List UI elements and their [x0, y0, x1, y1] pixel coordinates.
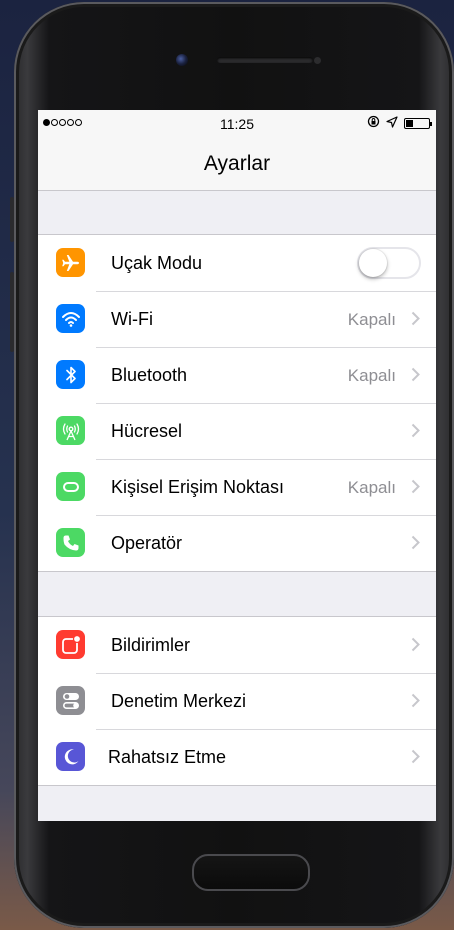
orientation-lock-icon: [367, 115, 380, 131]
cellular-antenna-icon: [56, 416, 85, 445]
chevron-right-icon: [411, 693, 420, 708]
navigation-bar: Ayarlar: [38, 136, 436, 191]
settings-row-value: Kapalı: [347, 478, 396, 497]
home-button[interactable]: [192, 854, 310, 891]
settings-row-cellular[interactable]: Hücresel: [38, 403, 436, 459]
settings-row-label: Wi-Fi: [111, 309, 153, 329]
airplane-icon: [56, 248, 85, 277]
wifi-icon: [56, 304, 85, 333]
settings-row-label: Rahatsız Etme: [108, 747, 227, 767]
settings-row-do-not-disturb[interactable]: Rahatsız Etme: [38, 729, 436, 785]
settings-row-label: Denetim Merkezi: [111, 691, 247, 711]
notifications-icon: [56, 630, 85, 659]
settings-row-personal-hotspot[interactable]: Kişisel Erişim Noktası Kapalı: [38, 459, 436, 515]
settings-row-bluetooth[interactable]: Bluetooth Kapalı: [38, 347, 436, 403]
settings-row-notifications[interactable]: Bildirimler: [38, 617, 436, 673]
earpiece-speaker: [217, 57, 313, 63]
phone-icon: [56, 528, 85, 557]
location-arrow-icon: [386, 115, 398, 131]
front-camera: [176, 54, 188, 66]
settings-group-connectivity: Uçak Modu Wi-Fi Kapalı Bluetooth Kapalı …: [38, 234, 436, 572]
settings-row-label: Hücresel: [111, 421, 183, 441]
settings-screen: 11:25 Ayarlar Uçak Modu Wi-Fi Kapalı Blu…: [38, 110, 436, 821]
mute-switch: [10, 197, 14, 242]
hotspot-link-icon: [56, 472, 85, 501]
proximity-sensor: [314, 57, 321, 64]
control-center-icon: [56, 686, 85, 715]
settings-row-label: Operatör: [111, 533, 183, 553]
settings-row-wifi[interactable]: Wi-Fi Kapalı: [38, 291, 436, 347]
chevron-right-icon: [411, 423, 420, 438]
settings-row-carrier[interactable]: Operatör: [38, 515, 436, 571]
chevron-right-icon: [411, 535, 420, 550]
settings-row-label: Bildirimler: [111, 635, 191, 655]
moon-icon: [56, 742, 85, 771]
settings-row-label: Uçak Modu: [111, 253, 203, 273]
battery-icon: [404, 117, 432, 129]
settings-row-label: Kişisel Erişim Noktası: [111, 477, 285, 497]
settings-row-control-center[interactable]: Denetim Merkezi: [38, 673, 436, 729]
airplane-mode-toggle[interactable]: [357, 247, 421, 279]
chevron-right-icon: [411, 749, 420, 764]
toggle-knob: [359, 249, 387, 277]
settings-row-airplane-mode[interactable]: Uçak Modu: [38, 235, 436, 291]
chevron-right-icon: [411, 311, 420, 326]
settings-row-value: Kapalı: [347, 366, 396, 385]
status-bar: 11:25: [38, 110, 436, 136]
chevron-right-icon: [411, 637, 420, 652]
chevron-right-icon: [411, 479, 420, 494]
chevron-right-icon: [411, 367, 420, 382]
bluetooth-icon: [56, 360, 85, 389]
settings-row-value: Kapalı: [347, 310, 396, 329]
settings-group-system: Bildirimler Denetim Merkezi Rahatsız Etm…: [38, 616, 436, 786]
settings-row-label: Bluetooth: [111, 365, 188, 385]
page-title: Ayarlar: [203, 152, 271, 175]
volume-button: [10, 272, 14, 352]
